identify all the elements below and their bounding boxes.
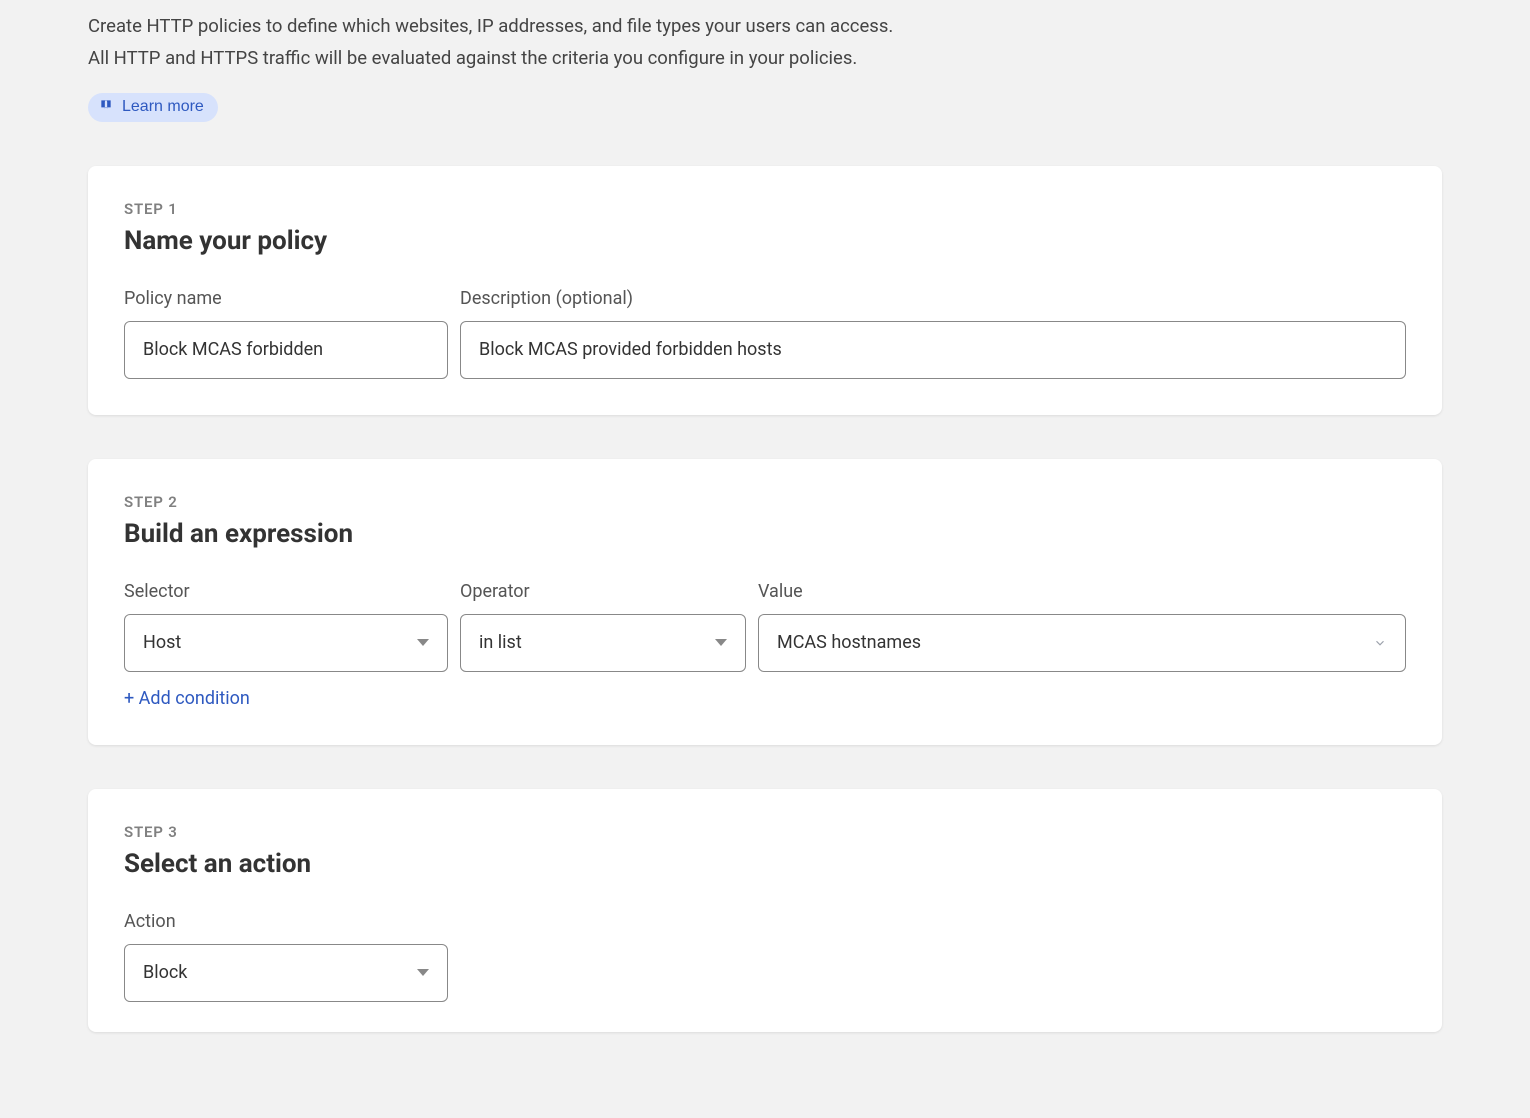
- book-icon: [98, 98, 114, 117]
- action-value: Block: [143, 962, 187, 983]
- action-label: Action: [124, 911, 448, 932]
- intro-line-1: Create HTTP policies to define which web…: [88, 10, 1442, 42]
- operator-label: Operator: [460, 581, 746, 602]
- operator-value: in list: [479, 632, 522, 653]
- step-label: STEP 1: [124, 200, 1406, 218]
- step-3-card: STEP 3 Select an action Action Block: [88, 789, 1442, 1032]
- policy-name-label: Policy name: [124, 288, 448, 309]
- selector-value: Host: [143, 632, 181, 653]
- caret-down-icon: [417, 969, 429, 976]
- operator-dropdown[interactable]: in list: [460, 614, 746, 672]
- selector-label: Selector: [124, 581, 448, 602]
- description-input[interactable]: [460, 321, 1406, 379]
- intro-line-2: All HTTP and HTTPS traffic will be evalu…: [88, 42, 1442, 74]
- step-title: Select an action: [124, 849, 1406, 879]
- learn-more-label: Learn more: [122, 98, 204, 116]
- intro-text: Create HTTP policies to define which web…: [88, 0, 1442, 93]
- chevron-down-icon: [1373, 636, 1387, 650]
- step-title: Name your policy: [124, 226, 1406, 256]
- description-label: Description (optional): [460, 288, 1406, 309]
- add-condition-button[interactable]: + Add condition: [124, 688, 250, 709]
- step-label: STEP 3: [124, 823, 1406, 841]
- caret-down-icon: [417, 639, 429, 646]
- policy-name-input[interactable]: [124, 321, 448, 379]
- step-2-card: STEP 2 Build an expression Selector Host…: [88, 459, 1442, 745]
- caret-down-icon: [715, 639, 727, 646]
- value-label: Value: [758, 581, 1406, 602]
- step-title: Build an expression: [124, 519, 1406, 549]
- step-label: STEP 2: [124, 493, 1406, 511]
- action-dropdown[interactable]: Block: [124, 944, 448, 1002]
- value-dropdown[interactable]: MCAS hostnames: [758, 614, 1406, 672]
- step-1-card: STEP 1 Name your policy Policy name Desc…: [88, 166, 1442, 415]
- value-value: MCAS hostnames: [777, 632, 921, 653]
- selector-dropdown[interactable]: Host: [124, 614, 448, 672]
- learn-more-button[interactable]: Learn more: [88, 93, 218, 122]
